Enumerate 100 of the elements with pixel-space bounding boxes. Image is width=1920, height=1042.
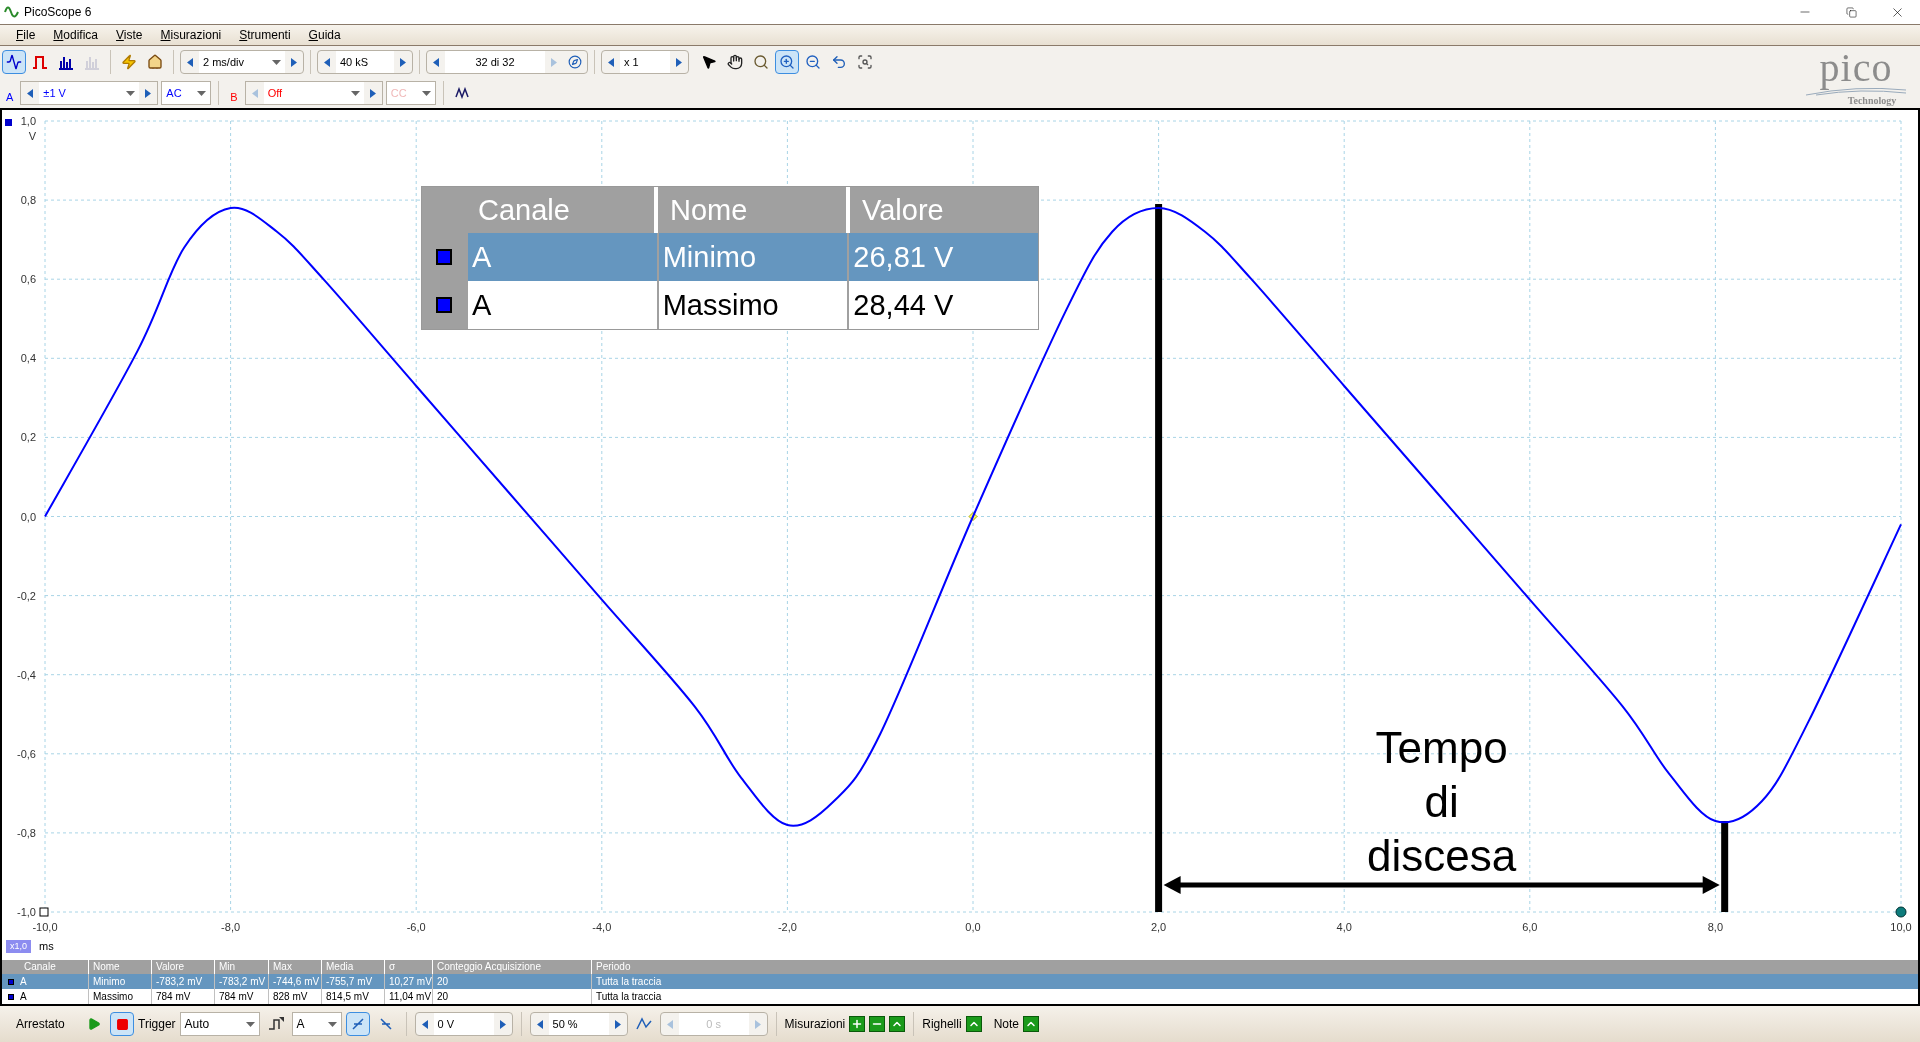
undo-icon	[831, 54, 847, 70]
axis-label: -6,0	[406, 921, 426, 933]
table-cell: 20	[437, 991, 449, 1002]
home-icon	[147, 54, 163, 70]
caret-icon	[350, 90, 360, 96]
table-cell-text: A	[20, 990, 27, 1004]
zoom-in-icon	[779, 54, 795, 70]
axis-label: -0,6	[17, 747, 36, 760]
axis-label: -8,0	[221, 921, 241, 933]
rising-edge-button[interactable]	[345, 1012, 370, 1036]
zoom-badge: x1,0	[6, 939, 31, 953]
right-triangle-icon	[369, 88, 376, 98]
pulse-icon	[32, 54, 48, 70]
threshold-field[interactable]: 0 V	[433, 1013, 494, 1035]
timebase-field[interactable]: 2 ms/div	[199, 51, 285, 73]
table-cell-text: A	[20, 975, 27, 989]
buffer-field[interactable]: 32 di 32	[445, 51, 545, 73]
zoom-fit-icon	[857, 54, 873, 70]
coupling-dropdown[interactable]: AC	[161, 81, 212, 105]
rulers-panel-button[interactable]	[965, 1016, 982, 1032]
channel-button[interactable]: A	[2, 81, 18, 105]
rulers-label: Righelli	[922, 1016, 962, 1033]
range-dropdown[interactable]: ±1 V	[39, 82, 140, 104]
trigger-source-dropdown[interactable]: A	[291, 1012, 342, 1036]
right-triangle-icon	[499, 1019, 506, 1029]
axis-label: 0,8	[20, 194, 36, 207]
menu-item[interactable]: Guida	[308, 26, 341, 44]
menu-item[interactable]: Misurazioni	[160, 26, 222, 44]
table-cell: Tutta la traccia	[596, 976, 662, 987]
table-cell: 828 mV	[273, 991, 308, 1002]
logo-tagline: Technology	[1847, 96, 1897, 106]
axis-label: 8,0	[1707, 921, 1724, 933]
annotation-text: Tempo di discesa	[1367, 723, 1517, 880]
channel-swatch-icon	[8, 993, 14, 1000]
table-cell: A	[466, 281, 657, 329]
zoom-factor-field[interactable]: x 1	[620, 51, 670, 73]
channel-button[interactable]: B	[226, 81, 242, 105]
unit-label: ms	[39, 939, 54, 954]
axis-label: -0,8	[17, 826, 36, 839]
table-cell: 10,27 mV	[389, 976, 432, 987]
pre-trigger-field[interactable]: 50 %	[548, 1013, 609, 1035]
table-cell: A	[466, 233, 657, 281]
menu-item[interactable]: File	[16, 26, 36, 44]
zoom-out-icon	[805, 54, 821, 70]
table-cell: Massimo	[656, 281, 848, 329]
channel-swatch-icon	[8, 978, 14, 985]
rising-edge-icon	[350, 1017, 365, 1031]
stop-button[interactable]	[110, 1012, 134, 1036]
logo-text: pico	[1819, 48, 1893, 88]
table-cell: 784 mV	[219, 991, 254, 1002]
axis-label: 0,2	[20, 431, 36, 444]
caret-icon	[272, 59, 281, 65]
trigger-delay-icon	[635, 1017, 652, 1031]
table-cell: 784 mV	[156, 991, 191, 1002]
left-triangle-icon	[433, 57, 439, 67]
left-triangle-icon	[187, 57, 193, 67]
wave-logo-icon	[1806, 88, 1906, 96]
table-cell: -744,6 mV	[273, 976, 320, 987]
caret-icon	[197, 90, 207, 96]
measurement-panel-button[interactable]	[889, 1016, 906, 1032]
restore-icon	[1845, 6, 1857, 18]
left-triangle-icon	[421, 1019, 428, 1029]
table-cell: 814,5 mV	[326, 991, 369, 1002]
window-title: PicoScope 6	[24, 4, 92, 21]
caret-icon	[327, 1021, 337, 1027]
axis-label: 1,0	[20, 115, 36, 127]
plus-icon	[851, 1018, 864, 1030]
caret-icon	[126, 90, 136, 96]
stop-icon	[115, 1017, 129, 1031]
view-button[interactable]	[2, 50, 26, 74]
waveform-icon	[454, 87, 471, 99]
left-triangle-icon	[536, 1019, 543, 1029]
left-triangle-icon	[666, 1019, 673, 1029]
channel-swatch-icon	[436, 249, 452, 265]
add-measurement-button[interactable]	[849, 1016, 866, 1032]
unit-label: V	[28, 130, 36, 142]
magnifier-icon	[753, 54, 769, 70]
right-triangle-icon	[400, 57, 406, 67]
app-logo-icon	[4, 5, 20, 19]
remove-measurement-button[interactable]	[869, 1016, 886, 1032]
channel-swatch-icon	[436, 297, 452, 313]
notes-panel-button[interactable]	[1023, 1016, 1039, 1032]
axis-label: -0,2	[17, 589, 36, 602]
menu-item[interactable]: Viste	[116, 26, 143, 44]
samples-field[interactable]: 40 kS	[336, 51, 394, 73]
left-triangle-icon	[251, 88, 258, 98]
right-triangle-icon	[614, 1019, 621, 1029]
column-header: Canale	[477, 192, 571, 228]
axis-label: 10,0	[1890, 921, 1912, 933]
caret-icon	[245, 1021, 255, 1027]
menu-item[interactable]: Strumenti	[239, 26, 291, 44]
menu-item[interactable]: Modifica	[53, 26, 99, 44]
table-cell: 11,04 mV	[389, 991, 432, 1002]
trigger-mode-dropdown[interactable]: Auto	[179, 1012, 260, 1036]
range-dropdown[interactable]: Off	[263, 82, 364, 104]
notes-label: Note	[993, 1016, 1019, 1033]
axis-label: 4,0	[1336, 921, 1352, 933]
axis-label: 0,0	[965, 921, 981, 933]
hand-icon	[727, 54, 743, 70]
right-triangle-icon	[676, 57, 682, 67]
